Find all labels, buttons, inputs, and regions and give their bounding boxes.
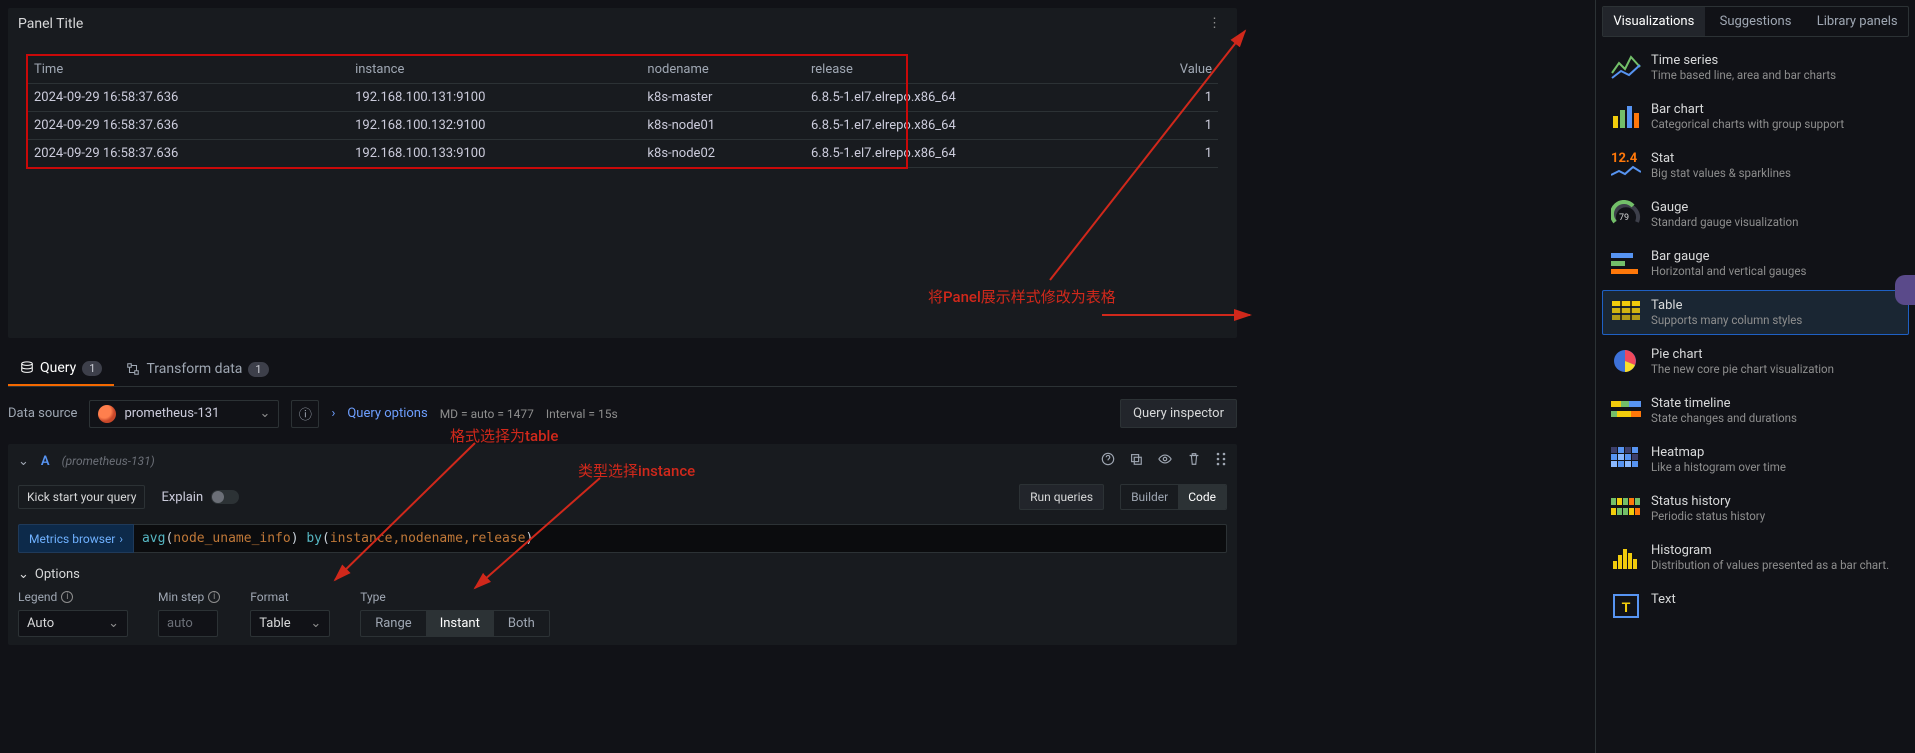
transform-icon — [126, 362, 140, 376]
datasource-select[interactable]: prometheus-131 ⌄ — [89, 400, 279, 428]
info-icon[interactable]: i — [61, 591, 73, 603]
side-tab-library[interactable]: Library panels — [1806, 7, 1908, 36]
chevron-down-icon: ⌄ — [310, 616, 321, 631]
database-icon — [20, 361, 34, 375]
pie-chart-icon — [1611, 347, 1641, 375]
query-collapse-toggle[interactable]: ⌄ — [18, 454, 29, 469]
gauge-icon: 79 — [1611, 200, 1641, 228]
panel: Panel Title ⋮ Time instance nodename rel… — [8, 8, 1237, 338]
query-delete-button[interactable] — [1187, 452, 1201, 470]
tab-transform-badge: 1 — [248, 362, 268, 377]
datasource-settings-button[interactable]: ⓘ — [291, 400, 319, 428]
chevron-right-icon: › — [119, 532, 123, 546]
query-letter[interactable]: A — [41, 454, 50, 469]
query-tabs: Query 1 Transform data 1 — [8, 352, 1237, 387]
annotation-highlight-box — [26, 54, 908, 169]
query-drag-handle[interactable] — [1215, 452, 1227, 470]
explain-label: Explain — [161, 490, 203, 505]
query-help-button[interactable] — [1101, 452, 1115, 470]
side-tabs: Visualizations Suggestions Library panel… — [1602, 6, 1909, 37]
viz-stat[interactable]: 12.4 StatBig stat values & sparklines — [1602, 143, 1909, 188]
annotation-text-3: 类型选择instance — [578, 460, 695, 481]
minstep-label: Min step — [158, 590, 204, 604]
tab-query[interactable]: Query 1 — [8, 352, 114, 386]
viz-bar-gauge[interactable]: Bar gaugeHorizontal and vertical gauges — [1602, 241, 1909, 286]
panel-menu-button[interactable]: ⋮ — [1202, 14, 1227, 33]
histogram-icon — [1611, 543, 1641, 571]
metrics-browser-button[interactable]: Metrics browser› — [18, 524, 134, 553]
type-instant[interactable]: Instant — [426, 611, 494, 636]
table-icon — [1611, 298, 1641, 326]
tab-transform-label: Transform data — [146, 361, 242, 377]
query-toggle-visibility-button[interactable] — [1157, 452, 1173, 470]
minstep-input[interactable]: auto — [158, 610, 218, 637]
annotation-text-2: 格式选择为table — [450, 425, 558, 446]
visualization-panel: Visualizations Suggestions Library panel… — [1595, 0, 1915, 753]
kick-start-button[interactable]: Kick start your query — [18, 485, 145, 509]
panel-title: Panel Title — [18, 16, 83, 32]
legend-label: Legend — [18, 590, 57, 604]
stat-icon: 12.4 — [1611, 151, 1641, 179]
side-tab-visualizations[interactable]: Visualizations — [1603, 7, 1705, 36]
editor-mode-toggle: Builder Code — [1120, 484, 1227, 510]
mode-builder[interactable]: Builder — [1121, 485, 1178, 509]
bar-chart-icon — [1611, 102, 1641, 130]
type-both[interactable]: Both — [494, 611, 549, 636]
meta-interval: Interval = 15s — [546, 407, 618, 421]
col-value[interactable]: Value — [1127, 56, 1218, 84]
legend-select[interactable]: Auto⌄ — [18, 610, 128, 637]
viz-pie-chart[interactable]: Pie chartThe new core pie chart visualiz… — [1602, 339, 1909, 384]
format-label: Format — [250, 590, 288, 604]
chevron-down-icon: ⌄ — [18, 567, 29, 582]
viz-bar-chart[interactable]: Bar chartCategorical charts with group s… — [1602, 94, 1909, 139]
chevron-down-icon: ⌄ — [260, 406, 271, 421]
annotation-text-1: 将Panel展示样式修改为表格 — [928, 286, 1116, 307]
query-duplicate-button[interactable] — [1129, 452, 1143, 470]
query-expression-input[interactable]: avg(node_uname_info) by(instance,nodenam… — [134, 524, 1227, 553]
type-toggle: Range Instant Both — [360, 610, 550, 637]
query-options-link[interactable]: Query options — [347, 406, 427, 421]
viz-state-timeline[interactable]: State timelineState changes and duration… — [1602, 388, 1909, 433]
query-source: (prometheus-131) — [62, 454, 155, 468]
info-icon[interactable]: i — [208, 591, 220, 603]
text-icon: T — [1611, 592, 1641, 620]
format-select[interactable]: Table⌄ — [250, 610, 330, 637]
tab-transform[interactable]: Transform data 1 — [114, 352, 280, 386]
tab-query-badge: 1 — [82, 361, 102, 376]
tab-query-label: Query — [40, 360, 76, 376]
mode-code[interactable]: Code — [1178, 485, 1226, 509]
expand-query-options[interactable]: › — [331, 406, 335, 421]
explain-toggle[interactable] — [211, 490, 239, 504]
viz-gauge[interactable]: 79 GaugeStandard gauge visualization — [1602, 192, 1909, 237]
datasource-label: Data source — [8, 406, 77, 421]
query-inspector-button[interactable]: Query inspector — [1120, 399, 1237, 428]
type-label: Type — [360, 590, 386, 604]
viz-heatmap[interactable]: HeatmapLike a histogram over time — [1602, 437, 1909, 482]
viz-text[interactable]: T Text — [1602, 584, 1909, 628]
heatmap-icon — [1611, 445, 1641, 473]
chevron-down-icon: ⌄ — [108, 616, 119, 631]
viz-histogram[interactable]: HistogramDistribution of values presente… — [1602, 535, 1909, 580]
floating-side-badge[interactable] — [1895, 275, 1915, 305]
prometheus-icon — [98, 405, 116, 423]
run-queries-button[interactable]: Run queries — [1019, 484, 1104, 510]
status-history-icon — [1611, 494, 1641, 522]
type-range[interactable]: Range — [361, 611, 425, 636]
options-toggle[interactable]: ⌄ Options — [18, 567, 1227, 582]
bar-gauge-icon — [1611, 249, 1641, 277]
svg-text:T: T — [1622, 599, 1631, 615]
viz-time-series[interactable]: Time seriesTime based line, area and bar… — [1602, 45, 1909, 90]
side-tab-suggestions[interactable]: Suggestions — [1705, 7, 1807, 36]
meta-md: MD = auto = 1477 — [440, 407, 534, 421]
viz-status-history[interactable]: Status historyPeriodic status history — [1602, 486, 1909, 531]
time-series-icon — [1611, 53, 1641, 81]
state-timeline-icon — [1611, 396, 1641, 424]
info-icon: ⓘ — [299, 404, 312, 423]
viz-table[interactable]: TableSupports many column styles — [1602, 290, 1909, 335]
datasource-selected: prometheus-131 — [124, 406, 219, 421]
